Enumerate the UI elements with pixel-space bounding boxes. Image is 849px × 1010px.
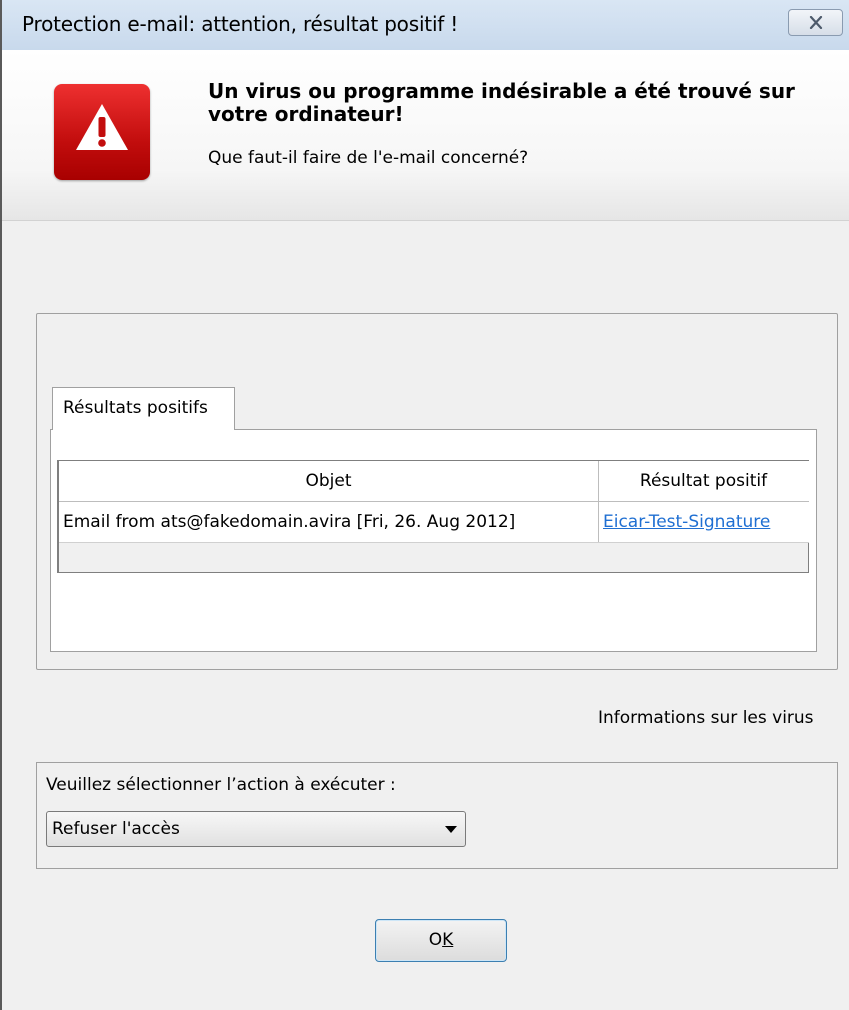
ok-button[interactable]: OK — [375, 919, 507, 962]
action-dropdown[interactable]: Refuser l'accès — [46, 811, 466, 847]
close-icon — [809, 16, 822, 29]
alert-headline: Un virus ou programme indésirable a été … — [208, 79, 795, 126]
warning-triangle-icon — [54, 84, 150, 180]
cell-detection: Eicar-Test-Signature — [599, 502, 808, 542]
virus-info-link[interactable]: Informations sur les virus — [598, 708, 814, 728]
title-bar[interactable]: Protection e-mail: attention, résultat p… — [2, 0, 849, 50]
tab-positive-results[interactable]: Résultats positifs — [52, 387, 235, 430]
dialog-window: Protection e-mail: attention, résultat p… — [0, 0, 849, 1010]
results-table: Objet Résultat positif Email from ats@fa… — [57, 460, 809, 573]
chevron-down-icon — [445, 826, 457, 833]
table-row[interactable]: Email from ats@fakedomain.avira [Fri, 26… — [59, 502, 809, 543]
window-title: Protection e-mail: attention, résultat p… — [22, 12, 459, 36]
action-selected-value: Refuser l'accès — [52, 819, 180, 839]
dialog-header: Un virus ou programme indésirable a été … — [2, 50, 849, 221]
alert-question: Que faut-il faire de l'e-mail concerné? — [208, 148, 529, 168]
action-label: Veuillez sélectionner l’action à exécute… — [46, 775, 396, 795]
column-header-detection[interactable]: Résultat positif — [599, 461, 808, 501]
table-header: Objet Résultat positif — [59, 461, 809, 502]
column-header-object[interactable]: Objet — [59, 461, 599, 501]
ok-label-prefix: O — [428, 930, 443, 950]
close-button[interactable] — [788, 9, 843, 36]
ok-label-accelerator: K — [442, 930, 454, 950]
cell-object: Email from ats@fakedomain.avira [Fri, 26… — [59, 502, 599, 542]
detection-link[interactable]: Eicar-Test-Signature — [603, 512, 770, 532]
